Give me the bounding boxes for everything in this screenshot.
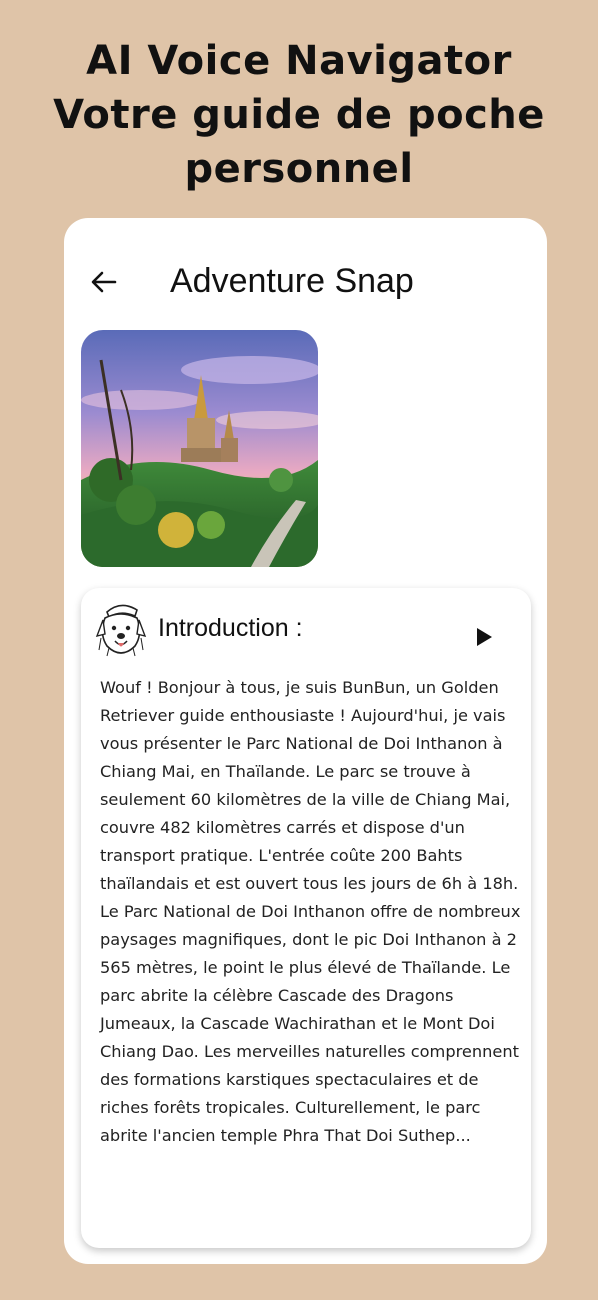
arrow-left-icon [91,271,117,293]
back-button[interactable] [88,266,120,298]
introduction-card: Introduction : Wouf ! Bonjour à tous, je… [81,588,531,1248]
intro-paragraph-2: Le Parc National de Doi Inthanon offre d… [100,902,521,1145]
page-title: Adventure Snap [170,262,414,300]
photo-illustration [81,330,318,567]
play-audio-button[interactable] [473,626,495,648]
headline-line-1: AI Voice Navigator [86,38,512,84]
app-screen: Adventure Snap Introduction: Wouf ! Bon… [64,218,547,1264]
introduction-text: Wouf ! Bonjour à tous, je suis BunBun, u… [100,674,524,1150]
guide-avatar [95,598,147,660]
introduction-heading: Introduction : [158,614,303,642]
promo-headline: AI Voice Navigator Votre guide de poche … [0,34,598,196]
temple-landscape-photo[interactable] [81,330,318,567]
play-icon [477,628,492,646]
intro-paragraph-1: Wouf ! Bonjour à tous, je suis BunBun, u… [100,678,519,893]
app-header: Adventure Snap [64,258,547,308]
headline-line-3: personnel [184,146,414,192]
headline-line-2: Votre guide de poche [53,92,545,138]
dog-avatar-icon [95,604,147,657]
